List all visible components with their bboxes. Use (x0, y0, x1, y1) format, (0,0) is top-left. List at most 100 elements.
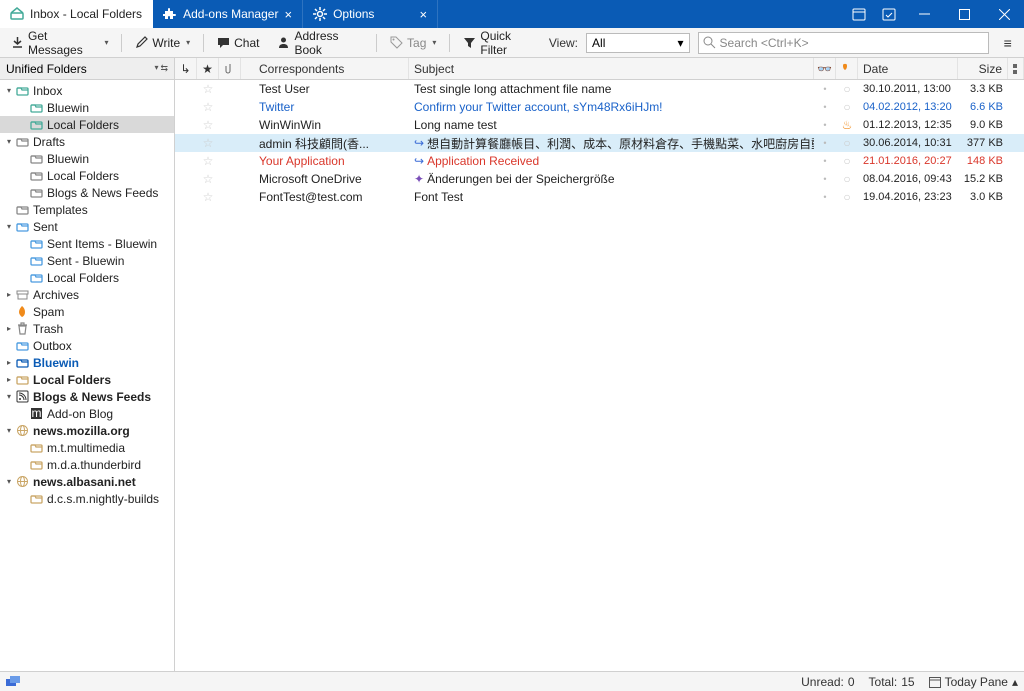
col-subject[interactable]: Subject (409, 58, 814, 79)
flag-cell: ♨ (836, 116, 858, 134)
folder-item[interactable]: mAdd-on Blog (0, 405, 174, 422)
twisty-icon[interactable]: ▸ (4, 358, 14, 367)
folder-icon (14, 339, 30, 352)
col-correspondents[interactable]: Correspondents (241, 58, 409, 79)
twisty-icon[interactable]: ▾ (4, 392, 14, 401)
folder-label: Inbox (33, 84, 62, 98)
folder-item[interactable]: ▸Archives (0, 286, 174, 303)
folder-item[interactable]: ▾news.mozilla.org (0, 422, 174, 439)
forward-icon: ↪ (414, 136, 424, 150)
twisty-icon[interactable]: ▾ (4, 222, 14, 231)
tag-button[interactable]: Tag▾ (385, 34, 441, 52)
global-search-input[interactable]: Search <Ctrl+K> (698, 32, 990, 54)
chat-button[interactable]: Chat (212, 34, 264, 52)
col-star[interactable]: ★ (197, 58, 219, 79)
tasks-icon-button[interactable] (874, 0, 904, 28)
tab-options[interactable]: Options × (303, 0, 438, 28)
message-row[interactable]: ☆FontTest@test.comFont Test•○19.04.2016,… (175, 188, 1024, 206)
star-cell[interactable]: ☆ (197, 134, 219, 152)
folder-item[interactable]: ▾news.albasani.net (0, 473, 174, 490)
folder-icon (28, 441, 44, 454)
view-select[interactable]: All ▾ (586, 33, 690, 53)
window-close-button[interactable] (984, 0, 1024, 28)
col-attachment[interactable] (219, 58, 241, 79)
quick-filter-button[interactable]: Quick Filter (458, 27, 541, 59)
folder-icon (28, 254, 44, 267)
folder-item[interactable]: ▾ Inbox (0, 82, 174, 99)
size-cell: 377 KB (958, 134, 1008, 152)
folder-icon (28, 271, 44, 284)
folder-item[interactable]: Local Folders (0, 269, 174, 286)
star-cell[interactable]: ☆ (197, 116, 219, 134)
close-icon[interactable]: × (284, 7, 292, 22)
correspondent-cell: Microsoft OneDrive (241, 170, 409, 188)
col-read[interactable]: 👓 (814, 58, 836, 79)
folder-item[interactable]: m.t.multimedia (0, 439, 174, 456)
twisty-icon[interactable]: ▾ (4, 86, 14, 95)
folder-item[interactable]: ▾ Blogs & News Feeds (0, 388, 174, 405)
tab-inbox[interactable]: Inbox - Local Folders (0, 0, 153, 28)
calendar-icon-button[interactable] (844, 0, 874, 28)
folder-item[interactable]: Local Folders (0, 116, 174, 133)
folder-item[interactable]: Bluewin (0, 99, 174, 116)
separator (203, 34, 204, 52)
star-cell[interactable]: ☆ (197, 152, 219, 170)
star-cell[interactable]: ☆ (197, 170, 219, 188)
col-thread[interactable]: ↳ (175, 58, 197, 79)
star-cell[interactable]: ☆ (197, 188, 219, 206)
twisty-icon[interactable]: ▾ (4, 137, 14, 146)
folder-item[interactable]: Templates (0, 201, 174, 218)
folder-label: Blogs & News Feeds (33, 390, 151, 404)
twisty-icon[interactable]: ▸ (4, 375, 14, 384)
folder-item[interactable]: ▾Drafts (0, 133, 174, 150)
folder-item[interactable]: m.d.a.thunderbird (0, 456, 174, 473)
folder-label: Local Folders (47, 271, 119, 285)
filter-icon (463, 36, 476, 49)
message-row[interactable]: ☆Microsoft OneDrive✦Änderungen bei der S… (175, 170, 1024, 188)
folder-item[interactable]: Bluewin (0, 150, 174, 167)
address-book-button[interactable]: Address Book (272, 27, 368, 59)
gear-icon (313, 7, 327, 21)
get-messages-button[interactable]: Get Messages▾ (6, 27, 113, 59)
star-cell[interactable]: ☆ (197, 98, 219, 116)
tab-label: Add-ons Manager (183, 7, 278, 21)
message-row[interactable]: ☆Your Application↪Application Received•○… (175, 152, 1024, 170)
folder-item[interactable]: ▸Local Folders (0, 371, 174, 388)
twisty-icon[interactable]: ▸ (4, 324, 14, 333)
folder-item[interactable]: Outbox (0, 337, 174, 354)
twisty-icon[interactable]: ▾ (4, 477, 14, 486)
twisty-icon[interactable]: ▾ (4, 426, 14, 435)
message-row[interactable]: ☆WinWinWinLong name test•♨01.12.2013, 12… (175, 116, 1024, 134)
folder-item[interactable]: Blogs & News Feeds (0, 184, 174, 201)
message-rows: ☆Test UserTest single long attachment fi… (175, 80, 1024, 671)
folder-item[interactable]: ▸Trash (0, 320, 174, 337)
app-menu-button[interactable]: ≡ (997, 35, 1018, 51)
message-row[interactable]: ☆admin 科技顧問(香...↪想自動計算餐廳帳目、利潤、成本、原材料倉存、手… (175, 134, 1024, 152)
maximize-button[interactable] (944, 0, 984, 28)
folder-item[interactable]: ▸Bluewin (0, 354, 174, 371)
tab-addons[interactable]: Add-ons Manager × (153, 0, 303, 28)
minimize-button[interactable] (904, 0, 944, 28)
folder-label: Local Folders (47, 118, 119, 132)
message-row[interactable]: ☆TwitterConfirm your Twitter account, sY… (175, 98, 1024, 116)
folder-item[interactable]: ▾Sent (0, 218, 174, 235)
today-pane-button[interactable]: Today Pane ▴ (929, 675, 1018, 689)
close-icon[interactable]: × (419, 7, 427, 22)
activity-icon[interactable] (6, 676, 20, 688)
col-size[interactable]: Size (958, 58, 1008, 79)
folder-item[interactable]: d.c.s.m.nightly-builds (0, 490, 174, 507)
folder-item[interactable]: Spam (0, 303, 174, 320)
col-flag[interactable] (836, 58, 858, 79)
folder-item[interactable]: Sent Items - Bluewin (0, 235, 174, 252)
twisty-icon[interactable]: ▸ (4, 290, 14, 299)
thread-cell (175, 152, 197, 170)
col-picker[interactable] (1008, 58, 1024, 79)
star-cell[interactable]: ☆ (197, 80, 219, 98)
write-button[interactable]: Write▾ (130, 34, 195, 52)
sidebar-header[interactable]: Unified Folders ▾⇆ (0, 58, 174, 80)
folder-item[interactable]: Local Folders (0, 167, 174, 184)
message-row[interactable]: ☆Test UserTest single long attachment fi… (175, 80, 1024, 98)
folder-item[interactable]: Sent - Bluewin (0, 252, 174, 269)
col-date[interactable]: Date (858, 58, 958, 79)
folder-label: Add-on Blog (47, 407, 113, 421)
